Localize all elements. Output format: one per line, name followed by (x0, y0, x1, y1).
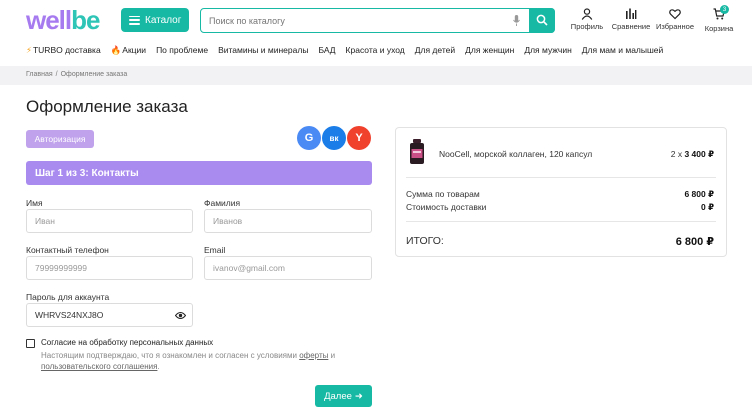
step-header: Шаг 1 из 3: Контакты (26, 161, 372, 185)
cart-label: Корзина (704, 24, 734, 33)
delivery-row: Стоимость доставки 0 ₽ (406, 202, 714, 213)
summary-divider (406, 221, 716, 222)
logo[interactable]: wellbe (26, 5, 100, 35)
logo-part2: be (71, 5, 100, 35)
search-bar (200, 7, 555, 33)
menu-icon (129, 15, 140, 25)
order-summary: NooCell, морской коллаген, 120 капсул 2 … (395, 127, 727, 257)
nav-item-problem[interactable]: По проблеме (156, 43, 208, 57)
subtotal-value: 6 800 ₽ (684, 189, 714, 199)
search-button[interactable] (529, 7, 555, 33)
offer-link[interactable]: оферты (299, 351, 328, 360)
favorites-link[interactable]: Избранное (653, 8, 697, 33)
first-name-label: Имя (26, 198, 43, 208)
nav-item-vitamins[interactable]: Витамины и минералы (218, 43, 308, 57)
vk-icon[interactable]: вк (322, 126, 346, 150)
nav-item-men[interactable]: Для мужчин (524, 43, 571, 57)
yandex-icon[interactable]: Y (347, 126, 371, 150)
delivery-value: 0 ₽ (700, 202, 714, 212)
nav-item-beauty[interactable]: Красота и уход (346, 43, 405, 57)
subtotal-label: Сумма по товарам (406, 189, 480, 199)
first-name-field[interactable]: Иван (26, 209, 193, 233)
phone-label: Контактный телефон (26, 245, 109, 255)
email-field[interactable]: ivanov@gmail.com (204, 256, 372, 280)
product-quantity: 2 x (670, 149, 683, 159)
product-image[interactable] (409, 139, 425, 165)
compare-label: Сравнение (611, 22, 651, 31)
nav-item-label: Акции (122, 45, 147, 55)
product-quantity-price: 2 x 3 400 ₽ (671, 149, 714, 160)
breadcrumb-separator: / (55, 71, 58, 78)
category-nav: ⚡ TURBO доставка 🔥 Акции По проблеме Витам… (26, 43, 663, 57)
auth-button[interactable]: Авторизация (26, 130, 94, 148)
profile-label: Профиль (570, 22, 604, 31)
consent-checkbox[interactable] (26, 339, 35, 348)
next-button[interactable]: Далее ➜ (315, 385, 372, 407)
nav-item-promo[interactable]: 🔥 Акции (111, 43, 146, 57)
last-name-label: Фамилия (204, 198, 241, 208)
nav-item-turbo[interactable]: ⚡ TURBO доставка (26, 43, 101, 57)
arrow-right-icon: ➜ (354, 390, 363, 402)
total-value: 6 800 ₽ (675, 236, 714, 248)
cart-count-badge: 3 (720, 5, 729, 14)
header-actions: Профиль Сравнение Избранное 3 Корзина (565, 5, 741, 33)
next-label: Далее (324, 390, 352, 402)
breadcrumb-current: Оформление заказа (60, 71, 128, 78)
breadcrumb: Главная / Оформление заказа (26, 71, 127, 78)
search-icon (536, 14, 548, 26)
heart-icon (669, 9, 681, 20)
nav-item-women[interactable]: Для женщин (465, 43, 514, 57)
microphone-icon[interactable] (513, 15, 520, 26)
page-title: Оформление заказа (26, 97, 188, 116)
consent-note-start: Настоящим подтверждаю, что я ознакомлен … (41, 351, 300, 360)
consent-note-end: . (157, 362, 160, 371)
catalog-label: Каталог (145, 14, 182, 26)
delivery-label: Стоимость доставки (406, 202, 487, 212)
email-label: Email (204, 245, 226, 255)
google-icon[interactable]: G (297, 126, 321, 150)
compare-link[interactable]: Сравнение (609, 8, 653, 33)
logo-part1: well (26, 5, 72, 35)
password-label: Пароль для аккаунта (26, 292, 110, 302)
nav-item-moms[interactable]: Для мам и малышей (582, 43, 664, 57)
nav-item-bad[interactable]: БАД (318, 43, 335, 57)
favorites-label: Избранное (655, 22, 694, 31)
fire-icon: 🔥 (110, 44, 122, 55)
password-value: WHRVS24NXJ8O (35, 310, 104, 320)
consent-label: Согласие на обработку персональных данны… (41, 338, 214, 347)
user-agreement-link[interactable]: пользовательского соглашения (41, 362, 157, 371)
cart-link[interactable]: 3 Корзина (697, 5, 741, 33)
phone-field[interactable]: 79999999999 (26, 256, 193, 280)
product-unit-price: 3 400 ₽ (684, 149, 714, 159)
catalog-button[interactable]: Каталог (121, 8, 189, 32)
eye-icon[interactable] (175, 311, 186, 320)
user-icon (581, 8, 593, 20)
password-field[interactable]: WHRVS24NXJ8O (26, 303, 193, 327)
breadcrumb-home[interactable]: Главная (26, 71, 53, 78)
last-name-field[interactable]: Иванов (204, 209, 372, 233)
header: wellbe Каталог Профиль Сравнение Избранн… (0, 0, 752, 40)
summary-divider (406, 177, 716, 178)
subtotal-row: Сумма по товарам 6 800 ₽ (406, 189, 714, 200)
product-name[interactable]: NooCell, морской коллаген, 120 капсул (439, 149, 592, 159)
search-input[interactable] (201, 15, 501, 26)
cart-icon-wrap: 3 (713, 5, 729, 24)
lightning-icon: ⚡ (26, 44, 32, 55)
consent-note: Настоящим подтверждаю, что я ознакомлен … (41, 350, 371, 372)
nav-item-label: TURBO доставка (32, 45, 101, 55)
profile-link[interactable]: Профиль (565, 8, 609, 33)
total-row: ИТОГО: 6 800 ₽ (406, 235, 714, 248)
nav-item-kids[interactable]: Для детей (415, 43, 455, 57)
total-label: ИТОГО: (406, 235, 444, 247)
breadcrumb-bar: Главная / Оформление заказа (0, 66, 752, 85)
compare-icon (626, 8, 637, 19)
consent-note-and: и (328, 351, 336, 360)
